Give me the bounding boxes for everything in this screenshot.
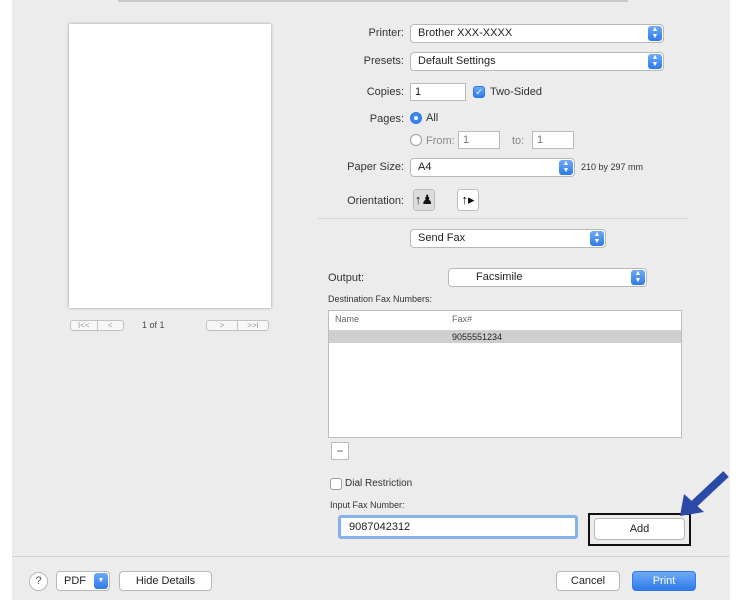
annotation-arrow-icon xyxy=(680,471,729,516)
section-separator xyxy=(318,218,688,219)
remove-number-button[interactable]: − xyxy=(331,442,349,460)
popup-chevron-icon: ▲ ▼ xyxy=(648,26,662,41)
pages-all-label: All xyxy=(426,112,439,124)
chevron-down-icon: ▼ xyxy=(94,573,108,589)
help-button[interactable]: ? xyxy=(29,572,48,591)
presets-popup[interactable]: Default Settings ▲ ▼ xyxy=(410,52,664,71)
printer-popup[interactable]: Brother XXX-XXXX ▲ ▼ xyxy=(410,24,664,43)
dial-restriction-checkbox[interactable] xyxy=(330,478,342,490)
preview-forward-nav: > >>I xyxy=(206,320,269,331)
next-page-button[interactable]: > xyxy=(207,321,237,330)
pages-label: Pages: xyxy=(369,113,404,125)
two-sided-label: Two-Sided xyxy=(490,86,542,98)
add-button[interactable]: Add xyxy=(594,518,685,540)
output-value: Facsimile xyxy=(476,271,523,283)
preview-back-nav: I<< < xyxy=(70,320,124,331)
section-popup[interactable]: Send Fax ▲ ▼ xyxy=(410,229,606,248)
table-row[interactable]: 9055551234 xyxy=(329,331,681,343)
pages-from-label: From: xyxy=(426,135,455,147)
pages-all-radio[interactable] xyxy=(410,112,422,124)
page-count: 1 of 1 xyxy=(142,320,165,330)
hide-details-button[interactable]: Hide Details xyxy=(119,571,212,591)
destination-label: Destination Fax Numbers: xyxy=(328,294,433,304)
portrait-orientation-icon[interactable]: ↑♟ xyxy=(413,189,435,211)
input-fax-label: Input Fax Number: xyxy=(330,500,405,510)
column-header-fax[interactable]: Fax# xyxy=(452,314,472,324)
copies-field[interactable]: 1 xyxy=(410,83,466,101)
pages-from-field[interactable]: 1 xyxy=(458,131,500,149)
pages-to-label: to: xyxy=(512,135,525,147)
destination-table[interactable]: Name Fax# 9055551234 xyxy=(328,310,682,438)
dialog-top-edge xyxy=(118,0,628,2)
footer-divider xyxy=(12,556,730,557)
first-page-button[interactable]: I<< xyxy=(71,321,97,330)
copies-label: Copies: xyxy=(366,86,404,98)
fax-number-input[interactable]: 9087042312 xyxy=(338,515,578,539)
popup-chevron-icon: ▲ ▼ xyxy=(631,270,645,285)
fax-number-cell: 9055551234 xyxy=(452,332,503,342)
paper-size-dimensions: 210 by 297 mm xyxy=(581,162,644,172)
dial-restriction-label: Dial Restriction xyxy=(345,478,413,489)
presets-label: Presets: xyxy=(363,55,404,67)
pdf-label: PDF xyxy=(64,575,86,587)
cancel-button[interactable]: Cancel xyxy=(556,571,620,591)
popup-chevron-icon: ▲ ▼ xyxy=(559,160,573,175)
last-page-button[interactable]: >>I xyxy=(237,321,268,330)
two-sided-checkbox[interactable]: ✓ xyxy=(473,86,485,98)
paper-size-value: A4 xyxy=(418,161,432,173)
previous-page-button[interactable]: < xyxy=(96,321,124,330)
section-value: Send Fax xyxy=(418,232,466,244)
page-preview xyxy=(69,24,271,308)
paper-size-label: Paper Size: xyxy=(347,161,404,173)
printer-value: Brother XXX-XXXX xyxy=(418,27,513,39)
orientation-label: Orientation: xyxy=(347,195,404,207)
output-label: Output: xyxy=(328,272,365,284)
popup-chevron-icon: ▲ ▼ xyxy=(590,231,604,246)
print-button[interactable]: Print xyxy=(632,571,696,591)
pages-from-radio[interactable] xyxy=(410,134,422,146)
pdf-menu-button[interactable]: PDF ▼ xyxy=(56,571,110,591)
presets-value: Default Settings xyxy=(418,55,496,67)
column-header-name[interactable]: Name xyxy=(335,314,359,324)
paper-size-popup[interactable]: A4 ▲ ▼ xyxy=(410,158,575,177)
landscape-orientation-icon[interactable]: ↑▸ xyxy=(457,189,479,211)
printer-label: Printer: xyxy=(368,27,404,39)
output-popup[interactable]: Facsimile ▲ ▼ xyxy=(448,268,647,287)
popup-chevron-icon: ▲ ▼ xyxy=(648,54,662,69)
pages-to-field[interactable]: 1 xyxy=(532,131,574,149)
